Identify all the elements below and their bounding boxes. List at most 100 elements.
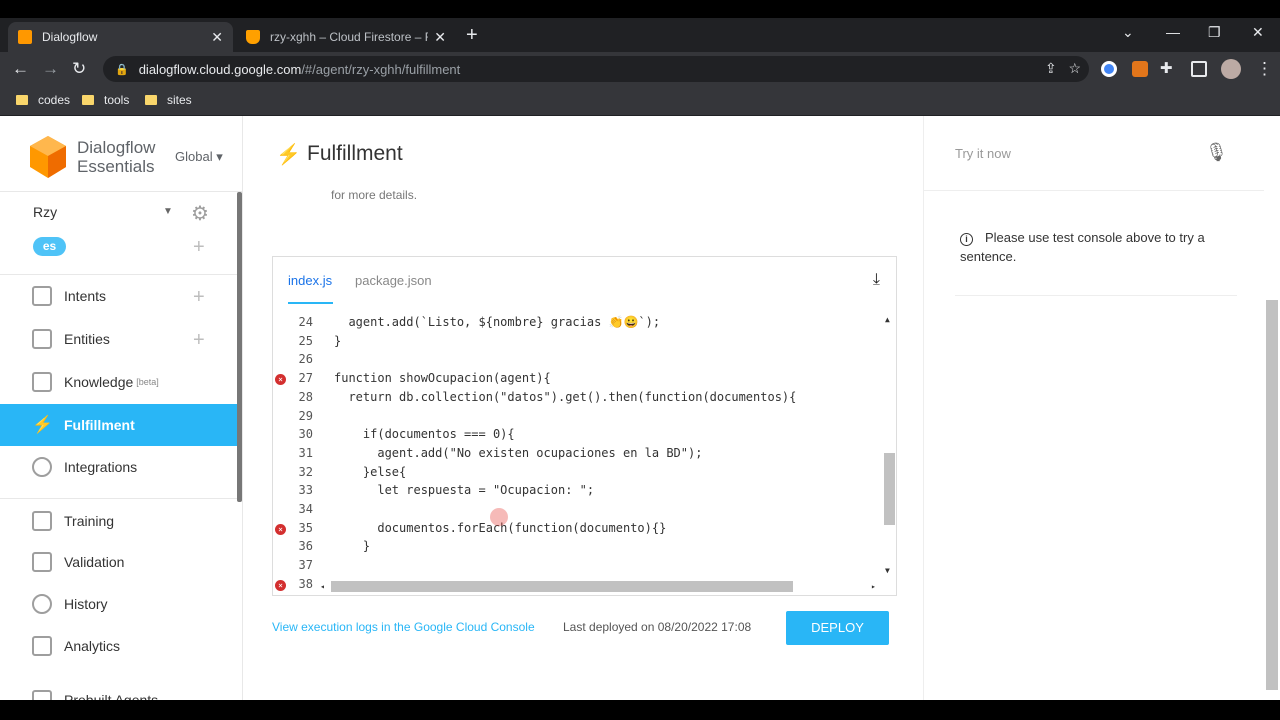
- line-number: 24: [298, 315, 313, 329]
- code-line[interactable]: 25}: [273, 334, 883, 353]
- try-it-now-input[interactable]: Try it now: [955, 146, 1011, 161]
- sidebar-item-training[interactable]: Training: [0, 500, 238, 542]
- download-icon[interactable]: ⤓: [873, 271, 880, 289]
- code-line[interactable]: 32 }else{: [273, 465, 883, 484]
- code-line[interactable]: 29: [273, 409, 883, 428]
- microphone-icon[interactable]: 🎙: [1205, 142, 1228, 163]
- menu-kebab-icon[interactable]: ⋮: [1256, 59, 1273, 79]
- code-line[interactable]: × 35 documentos.forEach(function(document…: [273, 521, 883, 540]
- metamask-icon[interactable]: [1132, 61, 1148, 77]
- code-line[interactable]: × 38: [273, 577, 883, 596]
- code-text: agent.add("No existen ocupaciones en la …: [334, 445, 703, 460]
- clock-icon: [32, 594, 52, 614]
- chat-icon: [32, 286, 52, 306]
- agent-name[interactable]: Rzy: [33, 204, 57, 220]
- main-content: ⚡ Fulfillment for more details. index.js…: [243, 116, 923, 700]
- code-line[interactable]: 30 if(documentos === 0){: [273, 427, 883, 446]
- bookmarks-bar: codes tools sites: [0, 86, 1280, 116]
- reload-icon[interactable]: ↻: [72, 59, 86, 79]
- deploy-button[interactable]: DEPLOY: [786, 611, 889, 645]
- close-tab-icon[interactable]: ✕: [434, 29, 446, 46]
- dialogflow-logo-icon: [30, 136, 66, 178]
- code-line[interactable]: 36 }: [273, 539, 883, 558]
- code-editor[interactable]: ▲ ▼ ◂ ▸ 24 agent.add(`Listo, ${nombre} g…: [273, 313, 898, 593]
- add-entity-icon[interactable]: +: [193, 329, 205, 352]
- code-line[interactable]: 31 agent.add("No existen ocupaciones en …: [273, 446, 883, 465]
- brand-subtitle: Essentials: [77, 157, 155, 176]
- sidebar-item-fulfillment[interactable]: ⚡ Fulfillment: [0, 404, 238, 446]
- side-panel-icon[interactable]: [1191, 61, 1207, 77]
- address-bar[interactable]: 🔒 dialogflow.cloud.google.com /#/agent/r…: [103, 56, 1089, 82]
- tab-title: rzy-xghh – Cloud Firestore – Fireb: [270, 30, 428, 44]
- tab-index-js[interactable]: index.js: [288, 273, 332, 288]
- forward-icon[interactable]: →: [42, 59, 59, 79]
- bookmark-label: codes: [38, 93, 71, 107]
- scroll-up-arrow-icon[interactable]: ▲: [885, 315, 890, 324]
- code-line[interactable]: 26: [273, 352, 883, 371]
- minimize-button[interactable]: —: [1166, 24, 1180, 40]
- test-console-panel: Try it now 🎙 i Please use test console ab…: [923, 116, 1280, 700]
- code-text: return db.collection("datos").get().then…: [334, 389, 797, 404]
- code-line[interactable]: 37: [273, 558, 883, 577]
- language-badge[interactable]: es: [33, 237, 66, 256]
- bookmark-sites[interactable]: sites: [145, 93, 192, 107]
- share-bookmark-icons[interactable]: ⇪ ☆: [1045, 60, 1081, 77]
- region-selector[interactable]: Global ▾: [175, 149, 223, 165]
- tab-dialogflow[interactable]: Dialogflow ✕: [8, 22, 233, 52]
- line-number: 28: [298, 389, 313, 404]
- code-line[interactable]: 28 return db.collection("datos").get().t…: [273, 390, 883, 409]
- tab-search-icon[interactable]: ⌄: [1122, 24, 1134, 41]
- code-line[interactable]: × 27 function showOcupacion(agent){: [273, 371, 883, 390]
- dialogflow-favicon-icon: [18, 30, 32, 44]
- tab-package-json[interactable]: package.json: [355, 273, 432, 288]
- sidebar-item-prebuilt-agents[interactable]: Prebuilt Agents: [0, 679, 238, 700]
- close-window-button[interactable]: ✕: [1252, 24, 1264, 41]
- sidebar-item-label: Entities: [64, 331, 110, 347]
- execution-logs-link[interactable]: View execution logs in the Google Cloud …: [272, 620, 535, 634]
- bookmark-tools[interactable]: tools: [82, 93, 129, 107]
- dialogflow-app: Dialogflow Essentials Global ▾ Rzy ▼ ⚙ e…: [0, 116, 1280, 700]
- profile-avatar[interactable]: [1221, 59, 1241, 79]
- sidebar-item-label: History: [64, 596, 108, 612]
- sidebar-item-analytics[interactable]: Analytics: [0, 625, 238, 667]
- sidebar-item-knowledge[interactable]: Knowledge [beta]: [0, 361, 238, 403]
- line-number: 35: [298, 520, 313, 535]
- code-line[interactable]: 24 agent.add(`Listo, ${nombre} gracias 👏…: [273, 315, 883, 334]
- line-number: 30: [298, 427, 313, 442]
- checkbox-icon: [32, 552, 52, 572]
- tab-title: Dialogflow: [42, 30, 98, 44]
- sidebar-item-validation[interactable]: Validation: [0, 541, 238, 583]
- book-icon: [32, 372, 52, 392]
- folder-icon: [145, 95, 157, 105]
- extensions-puzzle-icon[interactable]: ✚: [1160, 59, 1173, 77]
- gear-icon[interactable]: ⚙: [191, 201, 209, 226]
- back-icon[interactable]: ←: [12, 59, 29, 79]
- code-line[interactable]: 33 let respuesta = "Ocupacion: ";: [273, 483, 883, 502]
- extension-icon[interactable]: [1101, 61, 1117, 77]
- browser-tab-bar: Dialogflow ✕ rzy-xghh – Cloud Firestore …: [0, 18, 1280, 52]
- add-language-icon[interactable]: +: [193, 236, 205, 259]
- bookmark-codes[interactable]: codes: [16, 93, 70, 107]
- prebuilt-agents-icon: [32, 690, 52, 700]
- editor-vertical-scrollbar[interactable]: [884, 453, 895, 525]
- page-scrollbar[interactable]: [1266, 300, 1278, 690]
- divider: [955, 295, 1237, 296]
- beta-badge: [beta]: [136, 377, 159, 387]
- new-tab-button[interactable]: +: [466, 24, 478, 47]
- info-icon: i: [960, 233, 973, 246]
- sidebar-item-history[interactable]: History: [0, 583, 238, 625]
- browser-toolbar: ← → ↻ 🔒 dialogflow.cloud.google.com /#/a…: [0, 52, 1280, 86]
- sidebar-item-integrations[interactable]: Integrations: [0, 446, 238, 488]
- tab-firestore[interactable]: rzy-xghh – Cloud Firestore – Fireb ✕: [236, 22, 456, 52]
- sidebar-scrollbar[interactable]: [237, 192, 242, 502]
- close-tab-icon[interactable]: ✕: [211, 29, 223, 46]
- agent-dropdown-icon[interactable]: ▼: [163, 206, 173, 217]
- info-text: Please use test console above to try a s…: [960, 230, 1205, 264]
- scroll-down-arrow-icon[interactable]: ▼: [885, 566, 890, 575]
- code-line[interactable]: 34: [273, 502, 883, 521]
- code-text: }else{: [334, 464, 407, 479]
- add-intent-icon[interactable]: +: [193, 286, 205, 309]
- restore-button[interactable]: ❐: [1208, 24, 1221, 41]
- brand-title: Dialogflow: [77, 138, 156, 157]
- line-number: 32: [298, 464, 313, 479]
